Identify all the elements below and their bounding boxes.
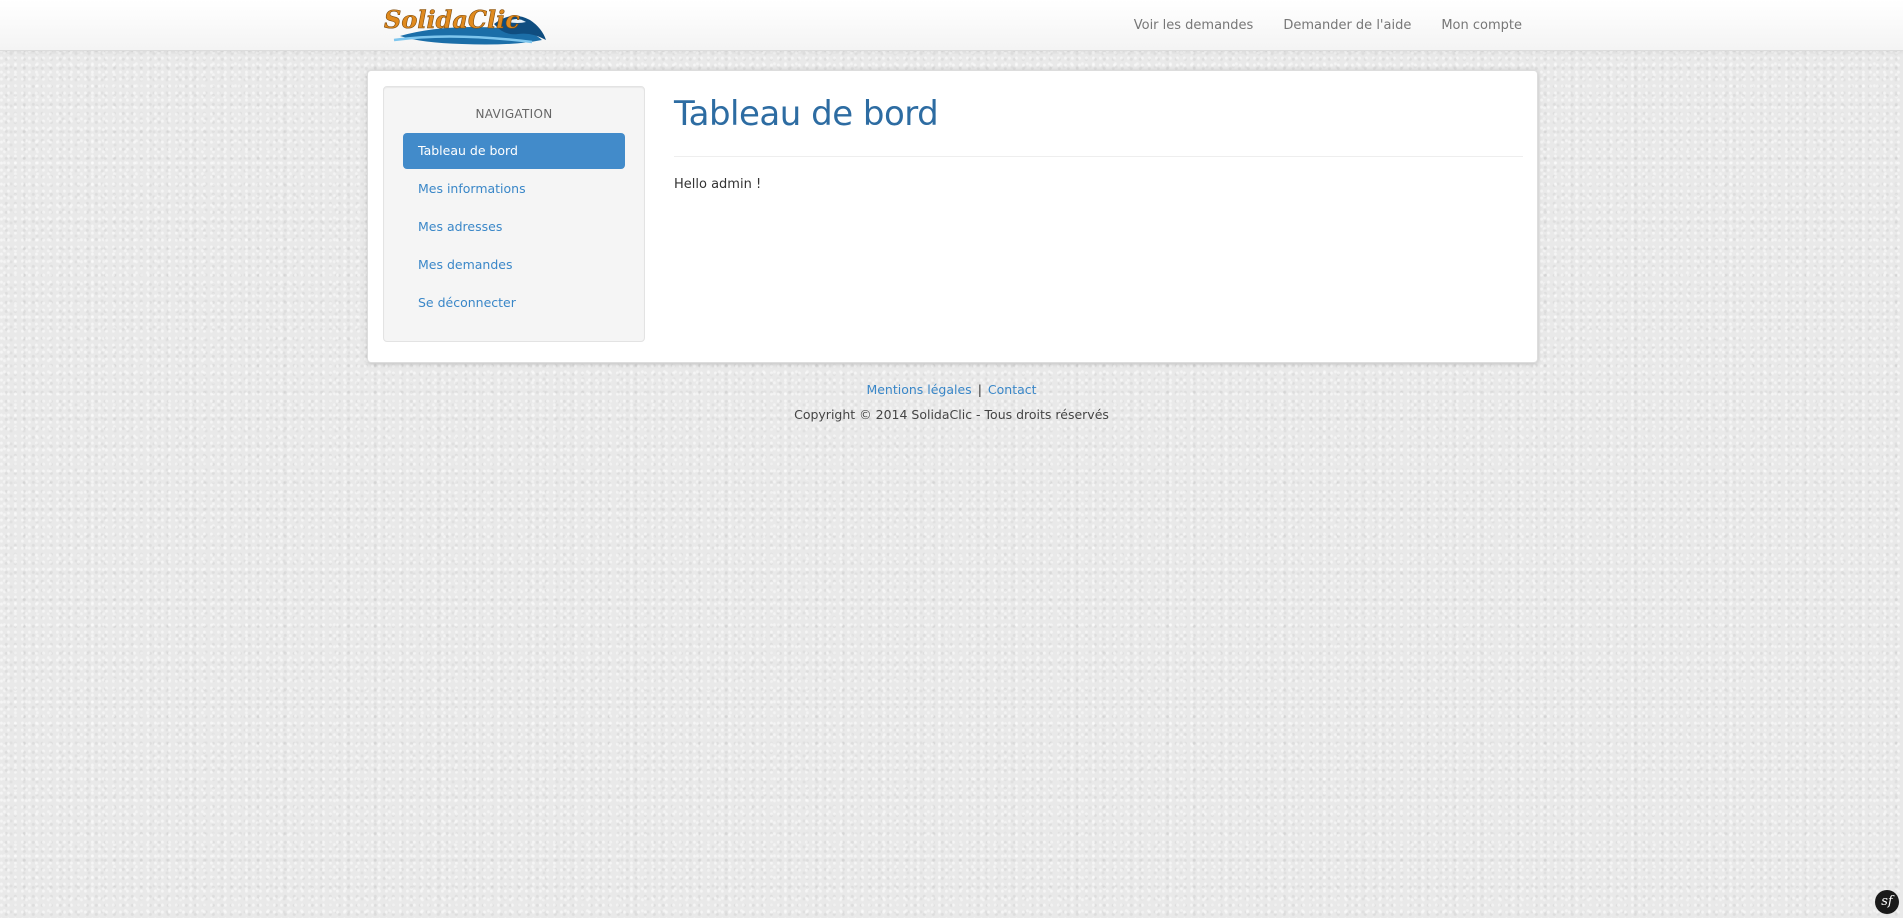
- sidebar-item-tableau-de-bord[interactable]: Tableau de bord: [403, 133, 625, 169]
- sidebar-item-mes-adresses[interactable]: Mes adresses: [403, 209, 625, 245]
- nav-link-demander-de-laide[interactable]: Demander de l'aide: [1283, 18, 1411, 33]
- footer-separator: |: [977, 382, 982, 397]
- logo-wordmark: SolidaClic: [384, 5, 520, 34]
- nav-link-voir-les-demandes[interactable]: Voir les demandes: [1134, 18, 1254, 33]
- sidebar-item-se-deconnecter[interactable]: Se déconnecter: [403, 285, 625, 321]
- greeting-text: Hello admin !: [674, 177, 762, 192]
- footer-link-contact[interactable]: Contact: [988, 382, 1037, 397]
- solidaclic-logo[interactable]: SolidaClic: [382, 2, 552, 46]
- top-nav-links: Voir les demandes Demander de l'aide Mon…: [1104, 0, 1522, 50]
- footer-links: Mentions légales | Contact: [0, 381, 1903, 399]
- footer-link-mentions-legales[interactable]: Mentions légales: [866, 382, 971, 397]
- page-title: Tableau de bord: [674, 94, 939, 134]
- sidebar-item-mes-demandes[interactable]: Mes demandes: [403, 247, 625, 283]
- sidebar-header: NAVIGATION: [475, 107, 553, 121]
- sidebar-nav-list: Tableau de bord Mes informations Mes adr…: [403, 133, 625, 323]
- main-panel: NAVIGATION Tableau de bord Mes informati…: [367, 70, 1538, 363]
- top-navbar: SolidaClic Voir les demandes Demander de…: [0, 0, 1903, 51]
- footer: Mentions légales | Contact Copyright © 201…: [0, 381, 1903, 422]
- symfony-icon[interactable]: sf: [1875, 890, 1899, 914]
- nav-link-mon-compte[interactable]: Mon compte: [1441, 18, 1522, 33]
- sidebar-item-mes-informations[interactable]: Mes informations: [403, 171, 625, 207]
- title-divider: [674, 156, 1523, 157]
- main-content: Tableau de bord Hello admin !: [674, 86, 1523, 192]
- sidebar: NAVIGATION Tableau de bord Mes informati…: [383, 86, 645, 342]
- copyright-text: Copyright © 2014 SolidaClic - Tous droit…: [794, 407, 1109, 422]
